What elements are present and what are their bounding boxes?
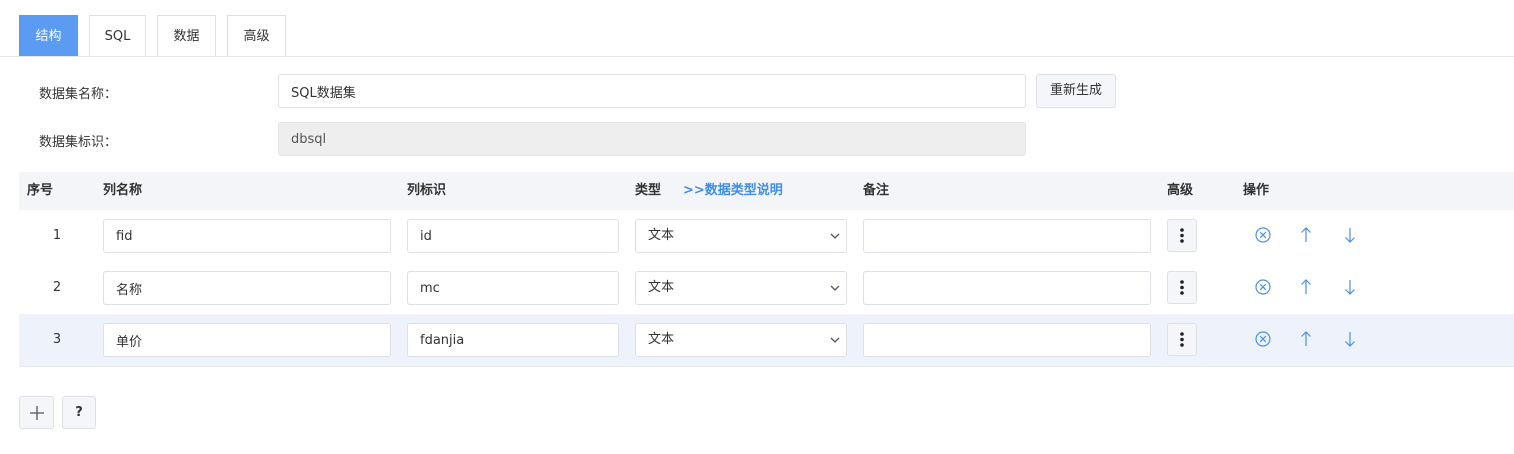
type-select[interactable]: 文本	[635, 219, 847, 253]
arrow-down-icon	[1345, 332, 1355, 347]
add-row-button[interactable]	[19, 396, 54, 429]
table-header: 序号 列名称 列标识 类型 >>数据类型说明 备注 高级 操作	[19, 172, 1514, 211]
column-name-input[interactable]	[103, 219, 391, 253]
remark-input[interactable]	[863, 219, 1151, 253]
dataset-id-label: 数据集标识：	[39, 135, 118, 150]
chevron-down-icon	[830, 337, 840, 343]
header-advanced: 高级	[1167, 183, 1194, 198]
dataset-id-input	[278, 122, 1026, 156]
move-down-button[interactable]	[1339, 276, 1361, 298]
row-index: 2	[52, 280, 62, 295]
type-select[interactable]: 文本	[635, 323, 847, 357]
data-type-help-link[interactable]: >>数据类型说明	[683, 172, 783, 210]
tab-advanced[interactable]: 高级	[227, 15, 286, 56]
move-up-button[interactable]	[1295, 328, 1317, 350]
delete-row-button[interactable]	[1252, 328, 1274, 350]
table-row: 1 文本	[19, 210, 1514, 263]
table-row: 3 文本	[19, 314, 1514, 367]
column-id-input[interactable]	[407, 219, 619, 253]
remove-circle-icon	[1255, 331, 1271, 347]
header-actions: 操作	[1243, 183, 1270, 198]
arrow-down-icon	[1345, 280, 1355, 295]
advanced-settings-button[interactable]	[1167, 323, 1197, 356]
advanced-settings-button[interactable]	[1167, 219, 1197, 252]
move-down-button[interactable]	[1339, 224, 1361, 246]
tab-bar: 结构 SQL 数据 高级	[19, 15, 1514, 57]
header-type: 类型	[635, 183, 662, 198]
delete-row-button[interactable]	[1252, 224, 1274, 246]
chevron-down-icon	[830, 233, 840, 239]
advanced-settings-button[interactable]	[1167, 271, 1197, 304]
tab-sql[interactable]: SQL	[89, 15, 146, 56]
move-down-button[interactable]	[1339, 328, 1361, 350]
header-column-name: 列名称	[103, 183, 143, 198]
regenerate-button[interactable]: 重新生成	[1036, 74, 1116, 108]
chevron-down-icon	[830, 285, 840, 291]
header-column-id: 列标识	[407, 183, 447, 198]
column-name-input[interactable]	[103, 271, 391, 305]
more-vertical-icon	[1180, 280, 1184, 295]
column-id-input[interactable]	[407, 323, 619, 357]
column-id-input[interactable]	[407, 271, 619, 305]
remark-input[interactable]	[863, 271, 1151, 305]
more-vertical-icon	[1180, 332, 1184, 347]
row-index: 3	[52, 332, 62, 347]
type-select-value: 文本	[648, 332, 675, 347]
plus-icon	[29, 405, 44, 420]
tab-structure[interactable]: 结构	[19, 15, 78, 56]
dataset-name-input[interactable]	[278, 74, 1026, 108]
move-up-button[interactable]	[1295, 276, 1317, 298]
help-icon: ?	[75, 405, 83, 420]
arrow-down-icon	[1345, 228, 1355, 243]
more-vertical-icon	[1180, 228, 1184, 243]
arrow-up-icon	[1301, 279, 1311, 294]
arrow-up-icon	[1301, 227, 1311, 242]
row-index: 1	[52, 228, 62, 243]
type-select-value: 文本	[648, 228, 675, 243]
header-remark: 备注	[863, 183, 890, 198]
delete-row-button[interactable]	[1252, 276, 1274, 298]
arrow-up-icon	[1301, 331, 1311, 346]
tab-data[interactable]: 数据	[157, 15, 216, 56]
type-select-value: 文本	[648, 280, 675, 295]
table-row: 2 文本	[19, 262, 1514, 315]
remove-circle-icon	[1255, 227, 1271, 243]
header-index: 序号	[27, 183, 54, 198]
help-button[interactable]: ?	[62, 396, 96, 429]
remove-circle-icon	[1255, 279, 1271, 295]
type-select[interactable]: 文本	[635, 271, 847, 305]
tab-divider	[0, 56, 1514, 57]
move-up-button[interactable]	[1295, 224, 1317, 246]
remark-input[interactable]	[863, 323, 1151, 357]
column-name-input[interactable]	[103, 323, 391, 357]
dataset-name-label: 数据集名称：	[39, 87, 118, 102]
